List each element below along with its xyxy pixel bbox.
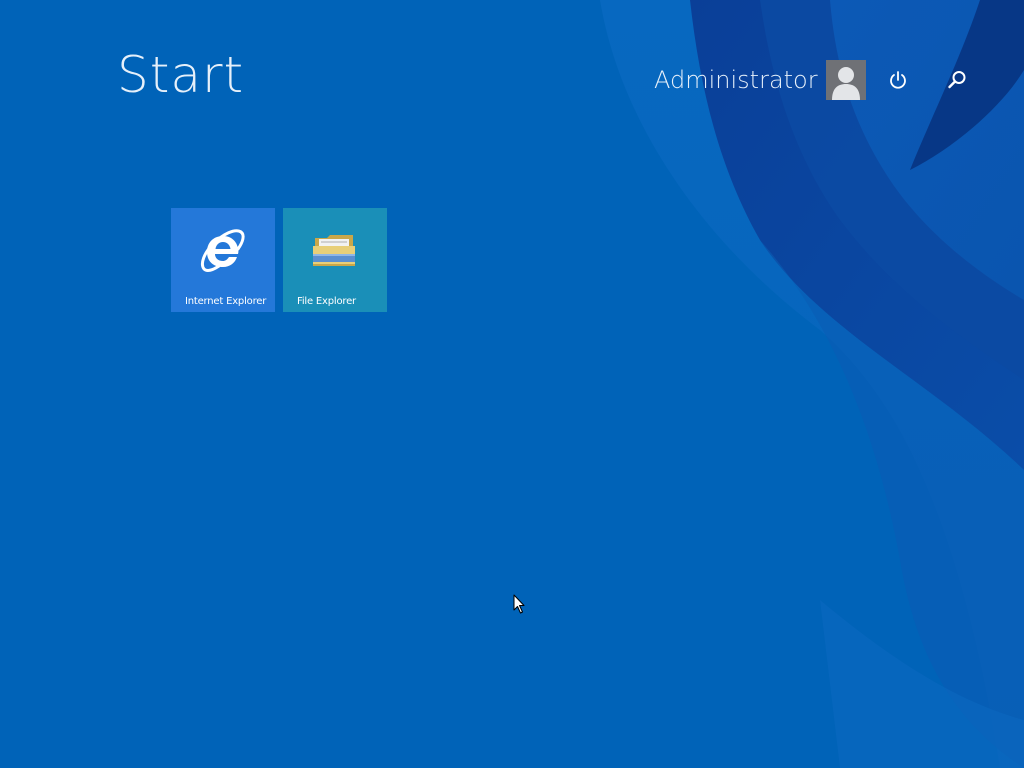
tile-file-explorer[interactable]: File Explorer xyxy=(283,208,387,312)
power-icon xyxy=(890,71,906,89)
internet-explorer-icon xyxy=(200,229,245,272)
power-button[interactable] xyxy=(882,64,914,96)
search-button[interactable] xyxy=(941,64,973,96)
start-title: Start xyxy=(117,46,245,104)
user-name: Administrator xyxy=(654,66,818,94)
tile-label: Internet Explorer xyxy=(185,296,267,307)
user-silhouette-icon xyxy=(825,60,866,100)
desktop-background xyxy=(0,0,1024,768)
user-account-button[interactable]: Administrator xyxy=(654,60,866,100)
mouse-cursor-icon xyxy=(513,594,525,614)
tile-internet-explorer[interactable]: Internet Explorer xyxy=(171,208,275,312)
folder-icon xyxy=(313,235,355,266)
tile-label: File Explorer xyxy=(297,296,356,307)
search-icon xyxy=(948,71,966,89)
